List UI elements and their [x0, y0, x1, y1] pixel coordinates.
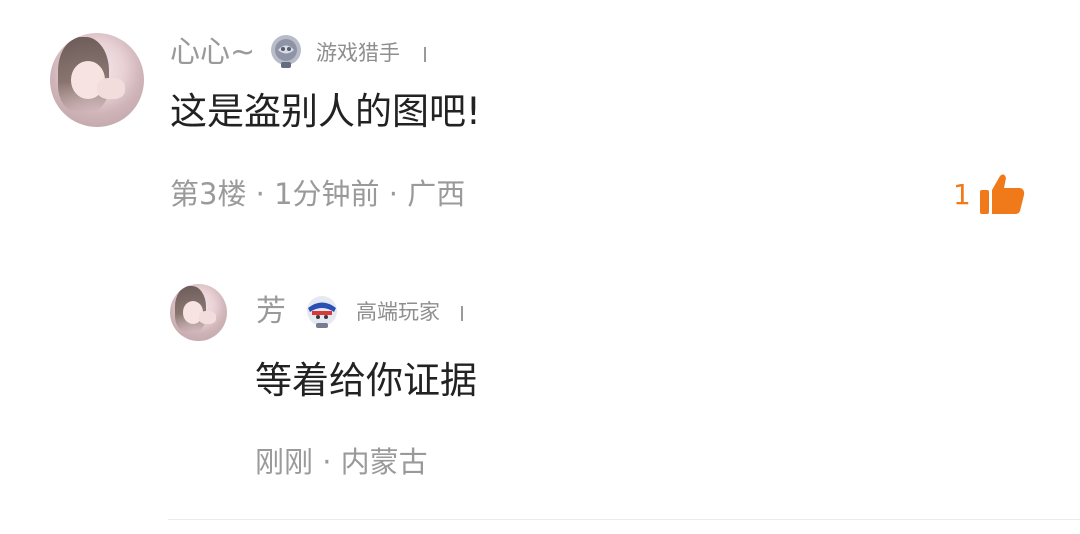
reply-text: 等着给你证据 [255, 359, 477, 402]
comment-text: 这是盗别人的图吧! [170, 90, 481, 133]
badge-separator [461, 306, 463, 321]
thumbs-up-icon[interactable] [978, 172, 1026, 216]
comment-meta: 第3楼 · 1分钟前 · 广西 [170, 177, 466, 211]
replier-badge-label: 高端玩家 [356, 300, 440, 324]
replier-username[interactable]: 芳 [256, 297, 286, 327]
replier-avatar[interactable] [170, 284, 227, 341]
reply-meta: 刚刚 · 内蒙古 [255, 445, 428, 479]
commenter-username[interactable]: 心心~ [170, 38, 255, 68]
game-hunter-badge-icon [271, 35, 301, 68]
advanced-player-badge-icon [307, 296, 337, 328]
like-count[interactable]: 1 [953, 181, 971, 209]
bottom-divider [168, 519, 1080, 520]
commenter-badge-label: 游戏猎手 [316, 41, 400, 65]
commenter-avatar[interactable] [50, 33, 144, 127]
badge-separator [424, 47, 426, 62]
